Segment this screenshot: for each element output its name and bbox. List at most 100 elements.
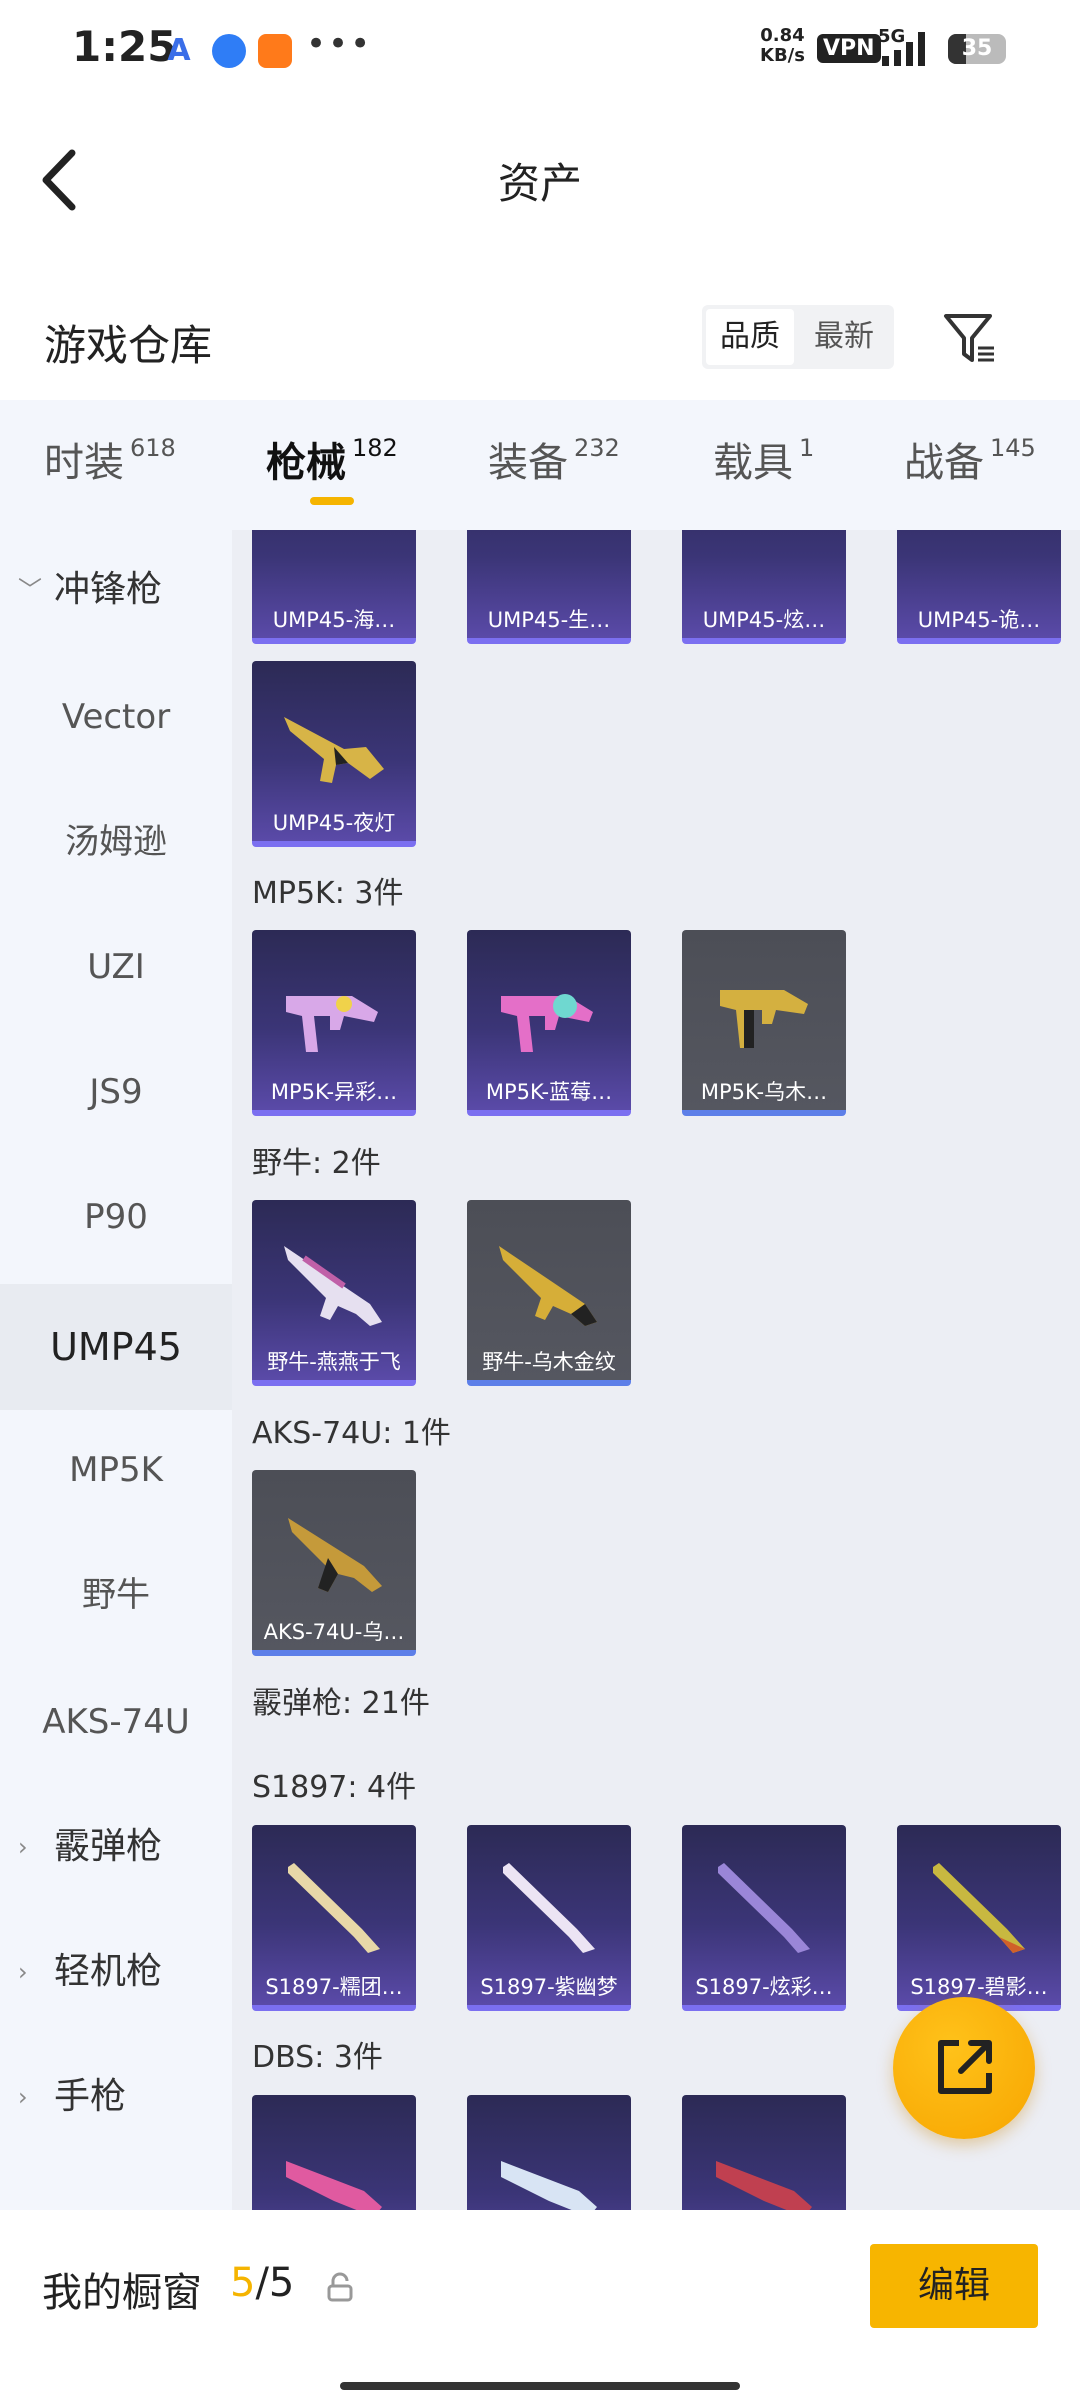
weapon-grid: UMP45-海… UMP45-生… UMP45-炫… UMP45-诡… UMP4… [232, 530, 1080, 2210]
tab-count: 618 [130, 434, 176, 462]
sidebar-item-js9[interactable]: JS9 [0, 1032, 232, 1152]
tab-fashion[interactable]: 时装 618 [44, 430, 176, 488]
section-title-mp5k: MP5K: 3件 [252, 876, 404, 911]
browser-icon [212, 34, 246, 68]
smg-icon [286, 996, 378, 1052]
showcase-bar: 我的橱窗 5/5 编辑 [0, 2210, 1080, 2400]
tab-equipment[interactable]: 装备 232 [488, 430, 620, 488]
section-title-s1897: S1897: 4件 [252, 1770, 417, 1805]
skin-card[interactable]: MP5K-蓝莓… [467, 930, 631, 1116]
sidebar-item-shotguns[interactable]: › 霰弹枪 [0, 1787, 232, 1907]
skin-card[interactable]: AKS-74U-乌… [252, 1470, 416, 1656]
skin-card[interactable]: 野牛-燕燕于飞 [252, 1200, 416, 1386]
section-title-shotguns: 霰弹枪: 21件 [252, 1686, 430, 1721]
status-bar: 1:25 A ••• 0.84 KB/s VPN 5G 35 [0, 0, 1080, 100]
sidebar-item-label: 冲锋枪 [54, 569, 163, 610]
skin-card[interactable] [682, 2095, 846, 2210]
category-tabs: 时装 618 枪械 182 装备 232 载具 1 战备 145 [0, 400, 1080, 530]
shotgun-icon [503, 1863, 595, 1953]
shotgun-icon [933, 1863, 1025, 1953]
warehouse-title: 游戏仓库 [44, 321, 213, 370]
weapon-sidebar: ﹀ 冲锋枪 Vector 汤姆逊 UZI JS9 P90 UMP45 MP5K … [0, 530, 232, 2210]
skin-name: UMP45-生… [487, 608, 611, 632]
share-fab-button[interactable] [893, 1997, 1035, 2139]
a-app-icon: A [167, 33, 191, 68]
skin-name: 野牛-燕燕于飞 [267, 1350, 401, 1374]
chevron-right-icon: › [18, 1958, 28, 1986]
skin-card[interactable]: S1897-紫幽梦 [467, 1825, 631, 2011]
lock-icon [327, 2272, 353, 2302]
network-speed: 0.84 KB/s [760, 26, 805, 66]
chevron-down-icon: ﹀ [18, 576, 42, 604]
filter-icon[interactable] [940, 308, 1000, 368]
tab-vehicles[interactable]: 载具 1 [713, 430, 814, 488]
skin-card[interactable]: UMP45-海… [252, 530, 416, 644]
skin-card[interactable]: UMP45-诡… [897, 530, 1061, 644]
skin-name: UMP45-诡… [917, 608, 1041, 632]
skin-card[interactable]: MP5K-异彩… [252, 930, 416, 1116]
skin-card[interactable]: 野牛-乌木金纹 [467, 1200, 631, 1386]
page-title: 资产 [497, 159, 582, 208]
showcase-label: 我的橱窗 [42, 2270, 202, 2316]
showcase-total: /5 [255, 2260, 295, 2306]
active-tab-indicator [310, 497, 354, 505]
skin-name: S1897-紫幽梦 [480, 1975, 618, 1999]
skin-name: UMP45-海… [272, 608, 396, 632]
skin-name: MP5K-异彩… [270, 1080, 398, 1104]
edit-button[interactable]: 编辑 [870, 2244, 1038, 2328]
battery-icon: 35 [948, 34, 1006, 64]
skin-card[interactable]: S1897-糯团… [252, 1825, 416, 2011]
sidebar-item-uzi[interactable]: UZI [0, 907, 232, 1027]
smg-icon [720, 990, 808, 1048]
sidebar-item-lmg[interactable]: › 轻机枪 [0, 1912, 232, 2032]
sidebar-item-pistols[interactable]: › 手枪 [0, 2037, 232, 2157]
tab-firearms[interactable]: 枪械 182 [266, 430, 398, 488]
share-external-icon [938, 2040, 992, 2094]
skin-card[interactable]: UMP45-生… [467, 530, 631, 644]
tab-label: 战备 [904, 440, 984, 486]
tab-supplies[interactable]: 战备 145 [904, 430, 1036, 488]
section-title-aks74u: AKS-74U: 1件 [252, 1416, 451, 1451]
skin-card[interactable]: UMP45-夜灯 [252, 661, 416, 847]
skin-card[interactable]: MP5K-乌木… [682, 930, 846, 1116]
tab-count: 232 [574, 434, 620, 462]
battery-level: 35 [961, 36, 993, 61]
sidebar-item-label: 手枪 [54, 2076, 127, 2117]
skin-card[interactable]: S1897-炫彩… [682, 1825, 846, 2011]
shotgun-icon [286, 2161, 382, 2210]
skin-card[interactable]: S1897-碧影… [897, 1825, 1061, 2011]
sidebar-item-bison[interactable]: 野牛 [0, 1535, 232, 1655]
sidebar-item-p90[interactable]: P90 [0, 1157, 232, 1277]
skin-name: S1897-糯团… [265, 1975, 403, 1999]
skin-name: UMP45-夜灯 [272, 811, 396, 835]
tab-count: 1 [799, 434, 815, 462]
tab-label: 时装 [44, 440, 124, 486]
home-indicator[interactable] [340, 2382, 740, 2390]
skin-card[interactable]: UMP45-炫… [682, 530, 846, 644]
section-title-dbs: DBS: 3件 [252, 2040, 383, 2075]
skin-card[interactable] [467, 2095, 631, 2210]
showcase-count: 5/5 [230, 2260, 294, 2306]
skin-name: MP5K-乌木… [700, 1080, 828, 1104]
sidebar-item-vector[interactable]: Vector [0, 657, 232, 777]
skin-name: S1897-炫彩… [695, 1975, 833, 1999]
sidebar-item-smg[interactable]: ﹀ 冲锋枪 [0, 530, 232, 650]
tab-count: 182 [352, 434, 398, 462]
sidebar-item-mp5k[interactable]: MP5K [0, 1410, 232, 1530]
shotgun-icon [501, 2161, 597, 2210]
shopping-icon [258, 34, 292, 68]
tab-count: 145 [990, 434, 1036, 462]
sidebar-item-thompson[interactable]: 汤姆逊 [0, 782, 232, 902]
sort-toggle: 品质 最新 [702, 305, 894, 369]
shotgun-icon [288, 1863, 380, 1953]
skin-card[interactable] [252, 2095, 416, 2210]
sort-newest-button[interactable]: 最新 [800, 309, 888, 365]
chevron-right-icon: › [18, 1833, 28, 1861]
network-speed-unit: KB/s [760, 45, 805, 66]
sort-quality-button[interactable]: 品质 [706, 309, 794, 365]
smg-icon [499, 1246, 597, 1326]
skin-name: 野牛-乌木金纹 [482, 1350, 616, 1374]
sidebar-item-ump45[interactable]: UMP45 [0, 1284, 232, 1410]
sidebar-item-aks74u[interactable]: AKS-74U [0, 1662, 232, 1782]
skin-name: MP5K-蓝莓… [485, 1080, 613, 1104]
